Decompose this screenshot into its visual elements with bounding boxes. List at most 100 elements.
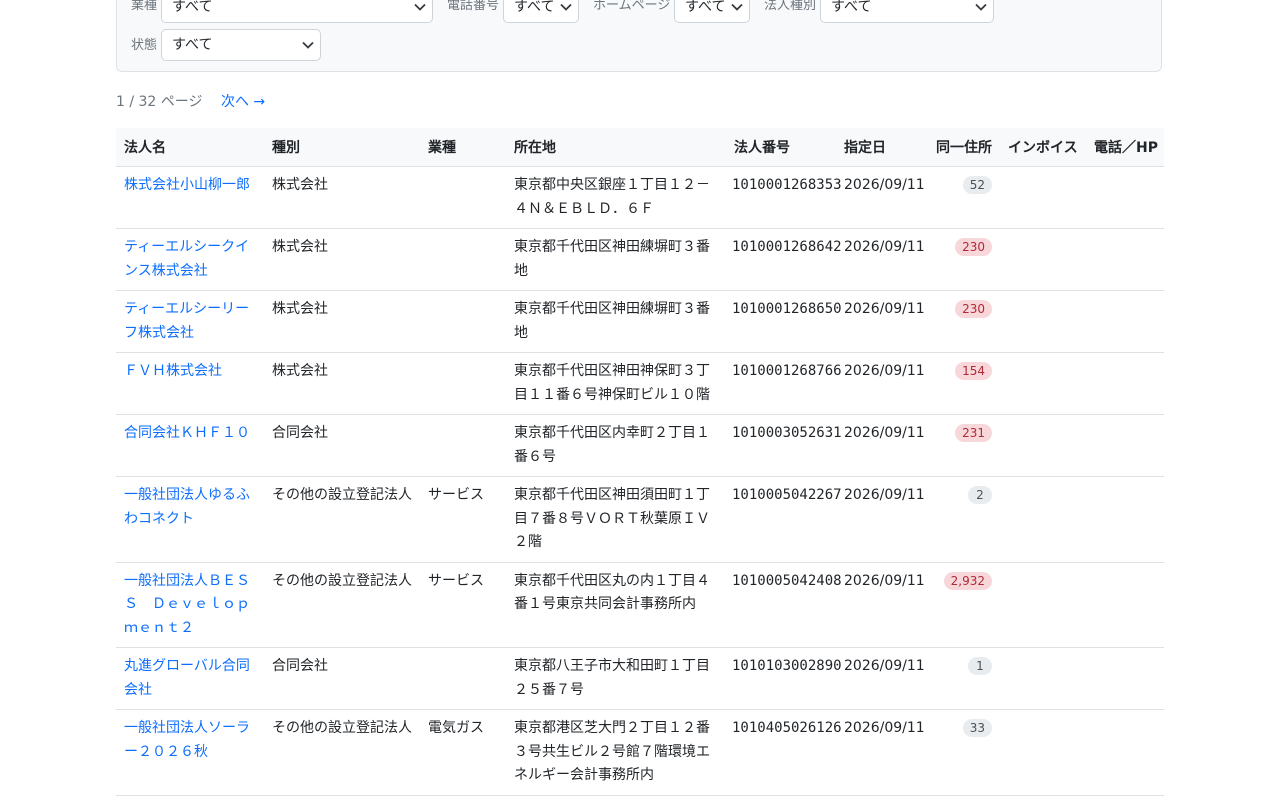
corp-address-cell: 東京都千代田区内幸町２丁目１番６号 — [506, 414, 726, 477]
corp-address-cell: 東京都千代田区神田須田町１丁目７番８号ＶＯＲＴ秋葉原ＩＶ２階 — [506, 476, 726, 563]
phone-hp-cell — [1086, 414, 1164, 477]
table-row: ティーエルシークインス株式会社 株式会社 東京都千代田区神田練塀町３番地 101000… — [116, 228, 1164, 291]
corp-name-link[interactable]: 一般社団法人ゆるふわコネクト — [124, 487, 250, 527]
corp-industry-cell — [420, 228, 506, 291]
same-address-badge-cell: 230 — [928, 228, 1000, 291]
homepage-filter-select[interactable]: すべて — [674, 0, 750, 23]
chevron-down-icon — [731, 3, 743, 11]
invoice-cell — [1000, 647, 1086, 710]
column-header-address[interactable]: 所在地 — [506, 128, 726, 167]
designation-date: 2026/09/11 — [844, 425, 925, 441]
corp-number-cell: 1010001268650 — [726, 290, 842, 353]
chevron-down-icon — [560, 3, 572, 11]
corp-type-filter-select[interactable]: すべて — [820, 0, 994, 23]
corp-number-cell: 1010405026126 — [726, 709, 842, 796]
corp-industry-cell — [420, 290, 506, 353]
corp-name-link[interactable]: 一般社団法人ＢＥＳＳ Ｄｅｖｅｌｏｐｍｅｎｔ２ — [124, 573, 250, 636]
table-row: 一般社団法人ゆるふわコネクト その他の設立登記法人 サービス 東京都千代田区神田須田町… — [116, 476, 1164, 563]
corp-kind-cell: 株式会社 — [264, 166, 420, 229]
status-filter-label: 状態 — [131, 38, 158, 53]
invoice-cell — [1000, 228, 1086, 291]
corp-name-link[interactable]: ＦＶＨ株式会社 — [124, 363, 222, 379]
column-header-same-address[interactable]: 同一住所 — [928, 128, 1000, 167]
corp-address-cell: 東京都千代田区神田練塀町３番地 — [506, 228, 726, 291]
chevron-down-icon — [975, 3, 987, 11]
corp-number-cell: 1010005042267 — [726, 476, 842, 563]
same-address-badge-cell: 2,932 — [928, 562, 1000, 648]
pagination: 1 / 32 ページ 次へ → — [116, 92, 265, 112]
column-header-kind[interactable]: 種別 — [264, 128, 420, 167]
designation-date-cell: 2026/09/11 — [836, 290, 928, 353]
same-address-badge-cell: 231 — [928, 414, 1000, 477]
corp-address-cell: 東京都千代田区神田練塀町３番地 — [506, 290, 726, 353]
corp-kind: 株式会社 — [272, 363, 328, 379]
corp-name-link[interactable]: 合同会社ＫＨＦ１０ — [124, 425, 250, 441]
corp-number: 1010003052631 — [732, 425, 842, 441]
chevron-down-icon — [302, 41, 314, 49]
column-header-name[interactable]: 法人名 — [116, 128, 264, 167]
corp-name-link[interactable]: ティーエルシークインス株式会社 — [124, 239, 249, 279]
corp-kind: 株式会社 — [272, 301, 328, 317]
column-header-number[interactable]: 法人番号 — [726, 128, 836, 167]
corp-kind-cell: 合同会社 — [264, 414, 420, 477]
industry-filter-select[interactable]: すべて — [161, 0, 433, 23]
same-address-badge-cell: 230 — [928, 290, 1000, 353]
corp-kind: その他の設立登記法人 — [272, 487, 412, 503]
column-header-phone-hp[interactable]: 電話／HP — [1086, 128, 1164, 167]
corp-address-cell: 東京都千代田区丸の内１丁目４番１号東京共同会計事務所内 — [506, 562, 726, 648]
corp-number: 1010103002890 — [732, 658, 842, 674]
designation-date: 2026/09/11 — [844, 658, 925, 674]
corp-industry-cell: サービス — [420, 562, 506, 648]
corp-name-link-cell: 株式会社小山柳一郎 — [116, 166, 264, 229]
same-address-badge-cell: 52 — [928, 166, 1000, 229]
table-row: 一般社団法人ＢＥＳＳ Ｄｅｖｅｌｏｐｍｅｎｔ２ その他の設立登記法人 サービス 東京都… — [116, 562, 1164, 648]
corp-kind-cell: 株式会社 — [264, 290, 420, 353]
same-address-badge: 52 — [962, 176, 992, 194]
corp-industry-cell — [420, 166, 506, 229]
corp-name-link[interactable]: 丸進グローバル合同会社 — [124, 658, 250, 698]
corp-name-link-cell: 一般社団法人ソーラー２０２６秋 — [116, 709, 264, 796]
table-row: ティーエルシーリーフ株式会社 株式会社 東京都千代田区神田練塀町３番地 1010001… — [116, 290, 1164, 353]
invoice-cell — [1000, 290, 1086, 353]
designation-date-cell: 2026/09/11 — [836, 562, 928, 648]
phone-filter-label: 電話番号 — [447, 0, 500, 13]
phone-hp-cell — [1086, 352, 1164, 415]
corp-name-link[interactable]: 株式会社小山柳一郎 — [124, 177, 250, 193]
corp-name-link-cell: ティーエルシークインス株式会社 — [116, 228, 264, 291]
next-page-link[interactable]: 次へ → — [221, 94, 265, 110]
corp-industry: サービス — [428, 572, 484, 589]
corp-name-link-cell: 丸進グローバル合同会社 — [116, 647, 264, 710]
corp-number-cell: 1010001268642 — [726, 228, 842, 291]
corp-address: 東京都千代田区丸の内１丁目４番１号東京共同会計事務所内 — [514, 572, 710, 613]
corp-name-link[interactable]: 一般社団法人ソーラー２０２６秋 — [124, 720, 250, 760]
corp-industry: 電気ガス — [428, 720, 484, 736]
status-filter-select[interactable]: すべて — [161, 29, 321, 61]
corp-address: 東京都中央区銀座１丁目１２－４Ｎ＆ＥＢＬＤ．６Ｆ — [514, 177, 710, 217]
corp-name-link-cell: ＦＶＨ株式会社 — [116, 352, 264, 415]
same-address-badge: 230 — [955, 238, 992, 256]
same-address-badge: 33 — [962, 719, 992, 737]
designation-date: 2026/09/11 — [844, 572, 925, 589]
table-row: 合同会社ＫＨＦ１０ 合同会社 東京都千代田区内幸町２丁目１番６号 1010003052… — [116, 414, 1164, 477]
designation-date-cell: 2026/09/11 — [836, 228, 928, 291]
same-address-badge: 230 — [955, 300, 992, 318]
corp-address: 東京都千代田区神田練塀町３番地 — [514, 301, 710, 341]
phone-hp-cell — [1086, 166, 1164, 229]
corp-address-cell: 東京都港区芝大門２丁目１２番３号共生ビル２号館７階環境エネルギー会計事務所内 — [506, 709, 726, 796]
column-header-industry[interactable]: 業種 — [420, 128, 506, 167]
column-header-invoice[interactable]: インボイス — [1000, 128, 1086, 167]
corp-name-link[interactable]: ティーエルシーリーフ株式会社 — [124, 301, 249, 341]
corp-industry-cell — [420, 352, 506, 415]
designation-date-cell: 2026/09/11 — [836, 476, 928, 563]
page-info: 1 / 32 ページ — [116, 94, 203, 110]
corp-name-link-cell: 合同会社ＫＨＦ１０ — [116, 414, 264, 477]
designation-date: 2026/09/11 — [844, 363, 925, 379]
corp-number: 1010005042408 — [732, 572, 842, 589]
corp-number-cell: 1010103002890 — [726, 647, 842, 710]
corp-number: 1010405026126 — [732, 720, 842, 736]
same-address-badge: 2 — [968, 486, 992, 504]
phone-filter-select[interactable]: すべて — [503, 0, 579, 23]
designation-date-cell: 2026/09/11 — [836, 352, 928, 415]
designation-date: 2026/09/11 — [844, 487, 925, 503]
column-header-date[interactable]: 指定日 — [836, 128, 928, 167]
